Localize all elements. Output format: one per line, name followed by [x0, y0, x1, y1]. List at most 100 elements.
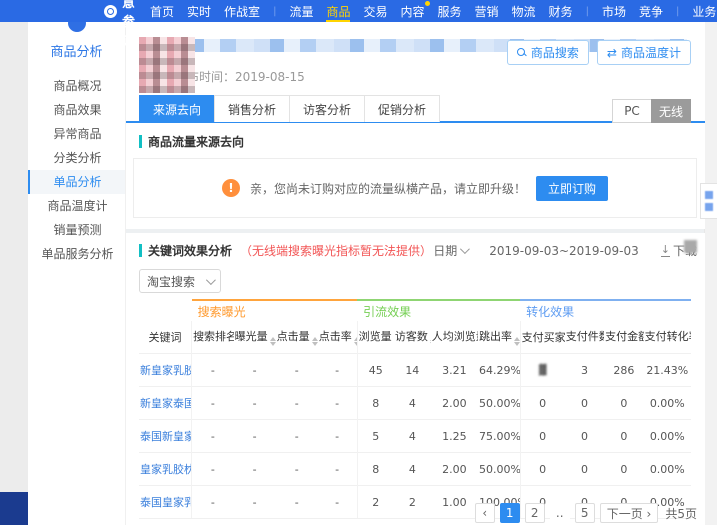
column-clicks[interactable]: 点击量 [276, 321, 318, 354]
nav-item-logistics[interactable]: 物流 [512, 0, 536, 22]
keyword-cell: 泰国皇家乳胶 [139, 485, 192, 519]
left-rail [0, 22, 28, 525]
nav-item-traffic[interactable]: 流量 [289, 0, 313, 22]
sort-icon[interactable] [429, 337, 431, 346]
sort-icon[interactable] [353, 337, 358, 346]
date-range[interactable]: 2019-09-03~2019-09-03 [489, 244, 639, 258]
keyword-analysis-card: 关键词效果分析 （无线端搜索曝光指标暂无法提供） 日期 2019-09-03~2… [125, 233, 705, 525]
value-cell: - [191, 353, 234, 387]
table-group-row: 搜索曝光 引流效果 转化效果 [139, 299, 691, 321]
nav-item-product[interactable]: 商品 [326, 0, 351, 22]
flow-section-title: 商品流量来源去向 [139, 133, 244, 150]
brand-name: 生意参谋 [122, 0, 137, 49]
value-cell: 4 [393, 419, 431, 453]
sort-icon[interactable] [269, 337, 276, 346]
nav-item-service[interactable]: 服务 [438, 0, 462, 22]
date-dropdown[interactable]: 日期 [433, 242, 471, 259]
widget-icon [705, 203, 713, 211]
nav-item-content[interactable]: 内容 [400, 0, 430, 22]
sidebar-item-product-thermometer[interactable]: 商品温度计 [28, 194, 125, 218]
value-cell: - [317, 353, 358, 387]
nav-item-competition[interactable]: 竞争 [639, 0, 663, 22]
column-exposure[interactable]: 曝光量 [234, 321, 276, 354]
nav-item-market[interactable]: 市场 [602, 0, 626, 22]
sidebar-item-single-product-analysis[interactable]: 单品分析 [28, 170, 125, 194]
column-bounce-rate[interactable]: 跳出率 [478, 321, 521, 354]
value-cell: - [275, 353, 318, 387]
scrollbar[interactable] [704, 22, 717, 525]
product-thermometer-button[interactable]: ⇄ 商品温度计 [596, 40, 691, 65]
nav-item-marketing[interactable]: 营销 [475, 0, 499, 22]
value-cell: - [317, 419, 358, 453]
tab-source-destination[interactable]: 来源去向 [139, 95, 216, 122]
tab-visitor-analysis[interactable]: 访客分析 [289, 95, 366, 122]
keyword-link[interactable]: 新皇家乳胶枕 [140, 364, 192, 377]
channel-select[interactable]: 淘宝搜索 [139, 269, 221, 293]
value-cell: 3.21 [430, 353, 479, 387]
column-search-rank[interactable]: 搜索排名 [191, 321, 234, 354]
column-ctr[interactable]: 点击率 [318, 321, 358, 354]
nav-item-finance[interactable]: 财务 [549, 0, 573, 22]
column-pay-buyers: 支付买家数 [519, 321, 565, 354]
value-cell: 75.00% [478, 419, 521, 453]
page-1[interactable]: 1 [499, 503, 520, 523]
value-cell: 0 [564, 452, 605, 486]
nav-item-business-zone[interactable]: 业务专区 [692, 0, 717, 22]
column-pay-amount[interactable]: 支付金额 [604, 321, 643, 354]
value-cell: 21.43% [643, 353, 691, 387]
floating-gray-widget[interactable] [684, 240, 697, 253]
table-row: 泰国新皇家乳----541.2575.00%0000.00% [139, 419, 691, 453]
page-2[interactable]: 2 [524, 503, 545, 523]
value-cell: 8 [356, 452, 394, 486]
value-cell: 50.00% [478, 386, 521, 420]
column-visitors[interactable]: 访客数 [394, 321, 431, 354]
nav-item-realtime[interactable]: 实时 [187, 0, 211, 22]
product-search-button[interactable]: 商品搜索 [506, 40, 589, 65]
keyword-link[interactable]: 皇家乳胶枕 [140, 463, 192, 476]
keyword-link[interactable]: 泰国新皇家乳 [140, 430, 192, 443]
page-next[interactable]: 下一页 › [599, 503, 659, 523]
nav-item-home[interactable]: 首页 [150, 0, 174, 22]
device-pc[interactable]: PC [612, 99, 652, 123]
sidebar-item-product-overview[interactable]: 商品概况 [28, 74, 125, 98]
page-prev[interactable]: ‹ [474, 503, 495, 523]
sidebar-item-abnormal-product[interactable]: 异常商品 [28, 122, 125, 146]
table-group-search-exposure: 搜索曝光 [191, 299, 358, 321]
tab-sales-analysis[interactable]: 销售分析 [214, 95, 291, 122]
column-pageviews[interactable]: 浏览量 [356, 321, 394, 354]
search-icon [516, 47, 527, 58]
group-spacer [139, 300, 192, 321]
keyword-section-title: 关键词效果分析 （无线端搜索曝光指标暂无法提供） [139, 242, 432, 259]
sidebar-item-category-analysis[interactable]: 分类分析 [28, 146, 125, 170]
value-cell: - [233, 452, 276, 486]
pagination: ‹ 1 2.. 5 下一页 › 共5页 [474, 503, 697, 523]
brand[interactable]: 生意参谋 [104, 0, 136, 49]
column-keyword: 关键词 [148, 331, 182, 344]
sidebar-item-product-effect[interactable]: 商品效果 [28, 98, 125, 122]
floating-side-widget[interactable] [700, 183, 717, 219]
page-ellipsis: .. [549, 503, 570, 523]
keyword-link[interactable]: 新皇家泰国乳 [140, 397, 192, 410]
order-now-button[interactable]: 立即订购 [536, 175, 609, 201]
keyword-link[interactable]: 泰国皇家乳胶 [140, 496, 192, 509]
value-cell: 0 [564, 386, 605, 420]
column-pay-items[interactable]: 支付件数 [565, 321, 604, 354]
page-5[interactable]: 5 [574, 503, 595, 523]
tab-promotion-analysis[interactable]: 促销分析 [364, 95, 441, 122]
table-row: 新皇家乳胶枕----45143.2164.29%▓328621.43% [139, 353, 691, 387]
sidebar-item-single-product-service[interactable]: 单品服务分析 [28, 242, 125, 266]
sort-icon[interactable] [311, 337, 318, 346]
nav-item-war-room[interactable]: 作战室 [224, 0, 260, 22]
rail-bottom-widget[interactable] [0, 492, 28, 525]
value-cell: 2.00 [430, 452, 479, 486]
header-buttons: 商品搜索 ⇄ 商品温度计 [506, 40, 691, 65]
exchange-icon: ⇄ [606, 45, 617, 60]
value-cell: 1.00 [430, 485, 479, 519]
column-avg-pageviews[interactable]: 人均浏览量 [431, 321, 478, 354]
column-pay-conversion[interactable]: 支付转化率 [644, 321, 691, 354]
download-icon: ↓ [660, 242, 670, 257]
device-wireless[interactable]: 无线 [651, 99, 691, 123]
sort-icon[interactable] [514, 337, 521, 346]
sidebar-item-sales-forecast[interactable]: 销量预测 [28, 218, 125, 242]
nav-item-trade[interactable]: 交易 [363, 0, 387, 22]
